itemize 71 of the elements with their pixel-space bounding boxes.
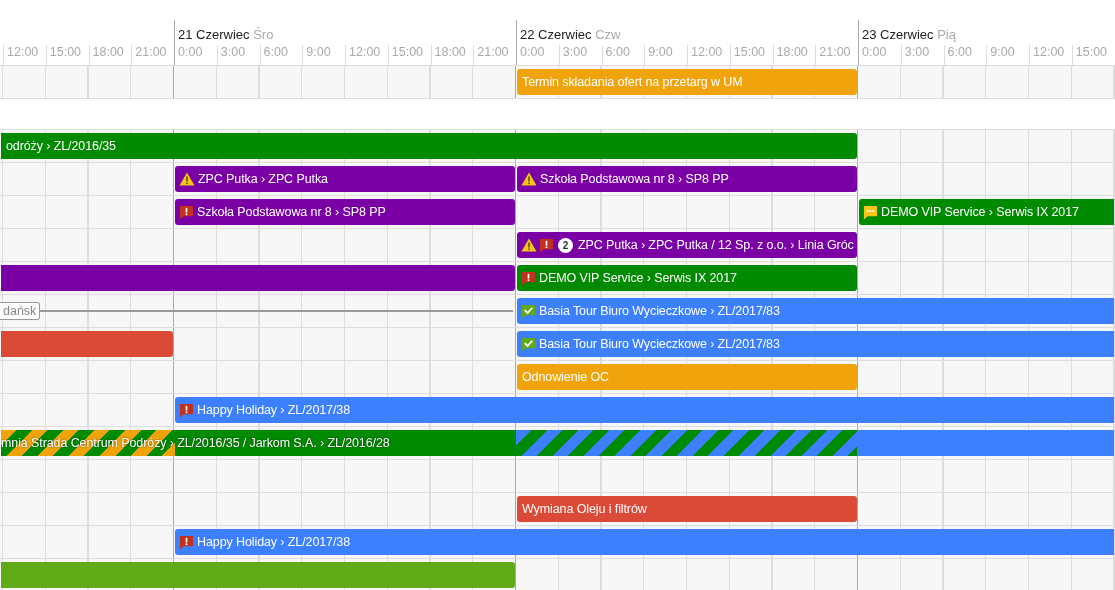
- check-message-icon: [521, 336, 536, 352]
- alert-message-icon: [539, 237, 554, 253]
- location-label[interactable]: dańsk: [0, 302, 41, 320]
- event-title: Basia Tour Biuro Wycieczkowe › ZL/2017/83: [538, 304, 780, 318]
- event-bar[interactable]: DEMO VIP Service › Serwis IX 2017: [859, 199, 1114, 225]
- warning-icon: [521, 172, 537, 186]
- alert-message-icon: [521, 270, 536, 286]
- hour-label: 18:00: [776, 45, 808, 59]
- event-bar[interactable]: Happy Holiday › ZL/2017/38: [175, 529, 1114, 555]
- hour-label: 3:00: [904, 45, 930, 59]
- event-bar[interactable]: odróży › ZL/2016/35: [1, 133, 857, 159]
- event-bar[interactable]: 2 ZPC Putka › ZPC Putka / 12 Sp. z o.o. › Linia Gróc: [517, 232, 857, 258]
- event-bar[interactable]: [1, 562, 515, 588]
- event-bar[interactable]: Szkoła Podstawowa nr 8 › SP8 PP: [175, 199, 515, 225]
- alert-message-icon: [179, 534, 194, 550]
- hour-label: 21:00: [135, 45, 167, 59]
- event-title: ZPC Putka › ZPC Putka: [197, 172, 328, 186]
- event-bar[interactable]: ZPC Putka › ZPC Putka: [175, 166, 515, 192]
- event-title: DEMO VIP Service › Serwis IX 2017: [538, 271, 737, 285]
- event-bar[interactable]: Basia Tour Biuro Wycieczkowe › ZL/2017/83: [517, 298, 1114, 324]
- event-title: Termin składania ofert na przetarg w UM: [521, 75, 743, 89]
- count-badge: 2: [558, 237, 573, 253]
- hour-label: 21:00: [477, 45, 509, 59]
- event-title: DEMO VIP Service › Serwis IX 2017: [880, 205, 1079, 219]
- event-bar[interactable]: DEMO VIP Service › Serwis IX 2017: [517, 265, 857, 291]
- warning-icon: [179, 172, 195, 186]
- event-bar[interactable]: Wymiana Oleju i filtrów: [517, 496, 857, 522]
- event-title: Wymiana Oleju i filtrów: [521, 502, 647, 516]
- hour-label: 3:00: [220, 45, 246, 59]
- hour-label: 15:00: [391, 45, 424, 59]
- event-bar[interactable]: Szkoła Podstawowa nr 8 › SP8 PP: [517, 166, 857, 192]
- event-title: Happy Holiday › ZL/2017/38: [196, 535, 351, 549]
- warning-icon: [521, 238, 537, 252]
- day-label: 23 Czerwiec Pią: [862, 27, 956, 42]
- event-title: Szkoła Podstawowa nr 8 › SP8 PP: [539, 172, 729, 186]
- hour-label: 6:00: [605, 45, 630, 59]
- event-title: Szkoła Podstawowa nr 8 › SP8 PP: [196, 205, 386, 219]
- alert-message-icon: [179, 402, 194, 418]
- event-title: Happy Holiday › ZL/2017/38: [196, 403, 351, 417]
- check-message-icon: [521, 303, 536, 319]
- event-title: Odnowienie OC: [521, 370, 609, 384]
- hour-label: 0:00: [178, 45, 203, 59]
- hour-label: 12:00: [7, 45, 39, 59]
- hour-label: 3:00: [562, 45, 588, 59]
- event-bar[interactable]: Basia Tour Biuro Wycieczkowe › ZL/2017/83: [517, 331, 1114, 357]
- event-bar[interactable]: [1, 331, 173, 357]
- hour-label: 0:00: [862, 45, 887, 59]
- hour-label: 12:00: [1033, 45, 1065, 59]
- comment-icon: [863, 204, 878, 220]
- hour-label: 12:00: [349, 45, 381, 59]
- hour-label: 9:00: [990, 45, 1015, 59]
- event-title: Basia Tour Biuro Wycieczkowe › ZL/2017/83: [538, 337, 780, 351]
- hour-label: 15:00: [49, 45, 82, 59]
- event-title: ZPC Putka › ZPC Putka / 12 Sp. z o.o. › Linia Gróc: [577, 238, 854, 252]
- day-label: 21 Czerwiec Śro: [178, 27, 274, 42]
- event-title: odróży › ZL/2016/35: [5, 139, 116, 153]
- hour-label: 18:00: [434, 45, 466, 59]
- hour-label: 0:00: [520, 45, 545, 59]
- event-bar[interactable]: [1, 265, 515, 291]
- hour-label: 18:00: [92, 45, 124, 59]
- hour-label: 15:00: [733, 45, 766, 59]
- hour-label: 9:00: [648, 45, 673, 59]
- hour-label: 6:00: [947, 45, 972, 59]
- hour-label: 21:00: [819, 45, 851, 59]
- hour-label: 15:00: [1075, 45, 1108, 59]
- day-label: 22 Czerwiec Czw: [520, 27, 621, 42]
- event-bar[interactable]: Happy Holiday › ZL/2017/38: [175, 397, 1114, 423]
- hour-label: 6:00: [263, 45, 288, 59]
- alert-message-icon: [179, 204, 194, 220]
- hour-label: 12:00: [691, 45, 723, 59]
- hour-label: 9:00: [306, 45, 331, 59]
